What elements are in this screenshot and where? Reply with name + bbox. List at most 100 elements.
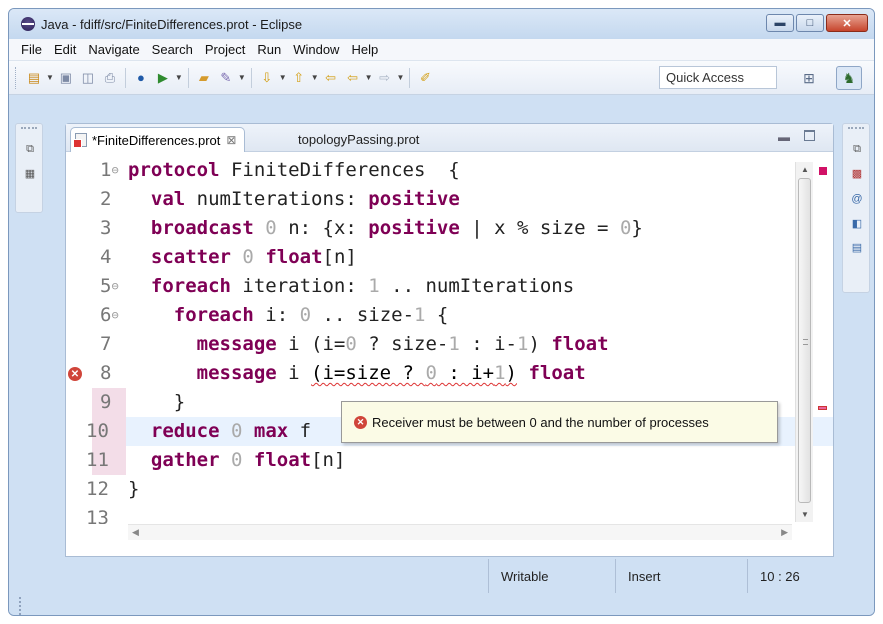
toolbar-separator bbox=[187, 67, 189, 88]
title-bar[interactable]: Java - fdiff/src/FiniteDifferences.prot … bbox=[9, 9, 874, 39]
prev-annotation-dropdown-icon[interactable]: ▼ bbox=[311, 73, 319, 82]
window-controls: ▬ □ ✕ bbox=[766, 14, 868, 32]
java-perspective-icon[interactable]: ♞ bbox=[836, 66, 862, 90]
menu-run[interactable]: Run bbox=[251, 42, 287, 57]
scroll-up-icon[interactable]: ▲ bbox=[801, 165, 809, 174]
code-line[interactable]: foreach iteration: 1 .. numIterations bbox=[128, 272, 574, 301]
text-token: iteration: bbox=[230, 275, 369, 297]
keyword-token: positive bbox=[368, 217, 460, 239]
console-icon[interactable]: ▤ bbox=[850, 240, 864, 254]
number-token: 1 bbox=[368, 275, 380, 297]
new-icon[interactable]: ▤ bbox=[25, 69, 43, 87]
text-token: } bbox=[128, 478, 140, 500]
outline-icon[interactable]: ▩ bbox=[850, 166, 864, 180]
code-line[interactable]: gather 0 float[n] bbox=[128, 446, 346, 475]
trim-grip[interactable] bbox=[21, 127, 37, 130]
text-token: [n] bbox=[311, 449, 346, 471]
maximize-button[interactable]: □ bbox=[796, 14, 824, 32]
fold-toggle-icon[interactable]: ⊖ bbox=[111, 163, 118, 177]
restore-icon[interactable]: ⧉ bbox=[23, 142, 37, 156]
maximize-editor-icon[interactable] bbox=[804, 130, 815, 141]
debug-icon[interactable]: ● bbox=[132, 69, 150, 87]
code-line[interactable]: protocol FiniteDifferences { bbox=[128, 156, 460, 185]
save-all-icon[interactable]: ◫ bbox=[79, 69, 97, 87]
forward-dropdown-icon[interactable]: ▼ bbox=[397, 73, 405, 82]
scroll-down-icon[interactable]: ▼ bbox=[801, 510, 809, 519]
menu-project[interactable]: Project bbox=[199, 42, 251, 57]
next-annotation-icon[interactable]: ⇩ bbox=[258, 69, 276, 87]
code-line[interactable]: val numIterations: positive bbox=[128, 185, 460, 214]
restore-icon[interactable]: ⧉ bbox=[850, 142, 864, 156]
open-perspective-icon[interactable]: ⊞ bbox=[799, 68, 819, 88]
minimize-button[interactable]: ▬ bbox=[766, 14, 794, 32]
forward-icon[interactable]: ⇨ bbox=[376, 69, 394, 87]
save-icon[interactable]: ▣ bbox=[57, 69, 75, 87]
menu-window[interactable]: Window bbox=[287, 42, 345, 57]
quick-access-field[interactable]: Quick Access bbox=[659, 66, 777, 89]
code-line[interactable]: message i (i=0 ? size-1 : i-1) float bbox=[128, 330, 609, 359]
error-number-token: 0 bbox=[425, 362, 437, 384]
error-overview-marker[interactable] bbox=[818, 406, 827, 410]
menu-navigate[interactable]: Navigate bbox=[82, 42, 145, 57]
code-line[interactable]: } bbox=[128, 475, 139, 504]
toolbar-grip[interactable] bbox=[15, 66, 19, 89]
run-dropdown-icon[interactable]: ▼ bbox=[175, 73, 183, 82]
last-edit-icon[interactable]: ⇦ bbox=[322, 69, 340, 87]
vertical-scrollbar[interactable]: ▲ ▼ bbox=[795, 162, 813, 522]
search-icon[interactable]: ✎ bbox=[217, 69, 235, 87]
javadoc-icon[interactable]: @ bbox=[850, 192, 864, 206]
menu-help[interactable]: Help bbox=[345, 42, 384, 57]
print-icon[interactable]: ⎙ bbox=[101, 69, 119, 87]
new-dropdown-icon[interactable]: ▼ bbox=[46, 73, 54, 82]
code-line[interactable]: reduce 0 max f bbox=[128, 417, 311, 446]
scroll-right-icon[interactable]: ▶ bbox=[781, 527, 788, 538]
next-annotation-dropdown-icon[interactable]: ▼ bbox=[279, 73, 287, 82]
toolbar-separator bbox=[250, 67, 252, 88]
menu-search[interactable]: Search bbox=[146, 42, 199, 57]
text-token: [n] bbox=[322, 246, 357, 268]
code-area[interactable]: 1⊖ protocol FiniteDifferences {2 val numI… bbox=[66, 152, 833, 524]
pin-icon[interactable]: ✐ bbox=[416, 69, 434, 87]
menu-edit[interactable]: Edit bbox=[48, 42, 82, 57]
keyword-token: reduce bbox=[150, 420, 220, 442]
menu-file[interactable]: File bbox=[15, 42, 48, 57]
close-button[interactable]: ✕ bbox=[826, 14, 868, 32]
code-line[interactable]: message i (i=size ? 0 : i+1) float bbox=[128, 359, 586, 388]
run-icon[interactable]: ▶ bbox=[154, 69, 172, 87]
prot-file-error-icon bbox=[73, 133, 87, 148]
code-line[interactable]: scatter 0 float[n] bbox=[128, 243, 357, 272]
error-marker-icon[interactable]: ✕ bbox=[68, 367, 82, 381]
open-folder-icon[interactable]: ▰ bbox=[195, 69, 213, 87]
code-line[interactable]: broadcast 0 n: {x: positive | x % size =… bbox=[128, 214, 643, 243]
status-grip[interactable] bbox=[19, 597, 22, 615]
package-explorer-icon[interactable]: ▦ bbox=[23, 166, 37, 180]
trim-grip[interactable] bbox=[848, 127, 864, 130]
declaration-icon[interactable]: ◧ bbox=[850, 216, 864, 230]
line-number: 12 bbox=[86, 478, 109, 500]
scroll-thumb[interactable] bbox=[798, 178, 811, 503]
fold-toggle-icon[interactable]: ⊖ bbox=[111, 279, 118, 293]
code-line[interactable]: } bbox=[128, 388, 185, 417]
prev-annotation-icon[interactable]: ⇧ bbox=[290, 69, 308, 87]
tab-close-icon[interactable]: ⊠ bbox=[226, 133, 236, 147]
text-token: n: {x: bbox=[276, 217, 369, 239]
overview-ruler[interactable] bbox=[816, 162, 830, 522]
editor-tab-row: *FiniteDifferences.prot ⊠ topologyPassin… bbox=[66, 124, 833, 152]
fold-toggle-icon[interactable]: ⊖ bbox=[111, 308, 118, 322]
code-line[interactable]: foreach i: 0 .. size-1 { bbox=[128, 301, 449, 330]
horizontal-scrollbar[interactable]: ◀ ▶ bbox=[128, 524, 792, 540]
scroll-left-icon[interactable]: ◀ bbox=[132, 527, 139, 538]
error-summary-marker[interactable] bbox=[819, 167, 827, 175]
search-dropdown-icon[interactable]: ▼ bbox=[238, 73, 246, 82]
back-dropdown-icon[interactable]: ▼ bbox=[365, 73, 373, 82]
tab-topology-passing[interactable]: topologyPassing.prot bbox=[292, 127, 425, 152]
keyword-token: max bbox=[253, 420, 289, 442]
back-icon[interactable]: ⇦ bbox=[344, 69, 362, 87]
tab-finite-differences[interactable]: *FiniteDifferences.prot ⊠ bbox=[70, 127, 246, 152]
minimize-editor-icon[interactable]: ▬ bbox=[778, 130, 790, 144]
